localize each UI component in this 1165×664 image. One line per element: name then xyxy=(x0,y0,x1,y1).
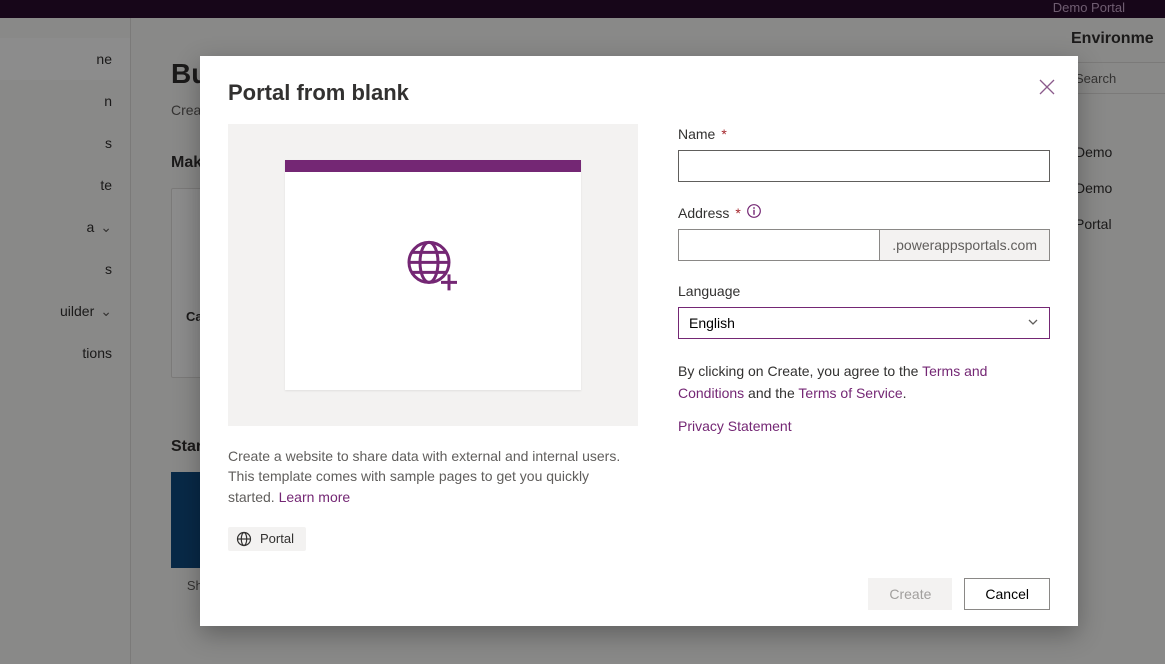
name-label: Name* xyxy=(678,126,1050,142)
language-label: Language xyxy=(678,283,1050,299)
globe-plus-icon xyxy=(405,238,461,299)
chevron-down-icon xyxy=(1027,315,1039,331)
template-description: Create a website to share data with exte… xyxy=(228,446,638,507)
template-type-tag: Portal xyxy=(228,527,306,551)
required-indicator: * xyxy=(735,205,740,221)
address-suffix: .powerappsportals.com xyxy=(879,229,1050,261)
close-icon xyxy=(1039,79,1055,95)
preview-accent-stripe xyxy=(285,160,581,172)
terms-of-service-link[interactable]: Terms of Service xyxy=(798,385,902,401)
template-preview xyxy=(228,124,638,426)
close-button[interactable] xyxy=(1036,76,1058,98)
dialog-footer: Create Cancel xyxy=(200,562,1078,626)
globe-icon xyxy=(236,531,252,547)
language-value: English xyxy=(689,315,735,331)
dialog-title: Portal from blank xyxy=(228,80,638,106)
language-select[interactable]: English xyxy=(678,307,1050,339)
portal-from-blank-dialog: Portal from blank xyxy=(200,56,1078,626)
cancel-button[interactable]: Cancel xyxy=(964,578,1050,610)
required-indicator: * xyxy=(721,126,726,142)
privacy-statement-link[interactable]: Privacy Statement xyxy=(678,418,792,434)
learn-more-link[interactable]: Learn more xyxy=(279,489,351,505)
address-label: Address* xyxy=(678,204,1050,221)
tag-label: Portal xyxy=(260,531,294,546)
address-input[interactable] xyxy=(678,229,879,261)
name-input[interactable] xyxy=(678,150,1050,182)
legal-text: By clicking on Create, you agree to the … xyxy=(678,361,1050,404)
create-button[interactable]: Create xyxy=(868,578,952,610)
info-icon[interactable] xyxy=(747,204,761,221)
